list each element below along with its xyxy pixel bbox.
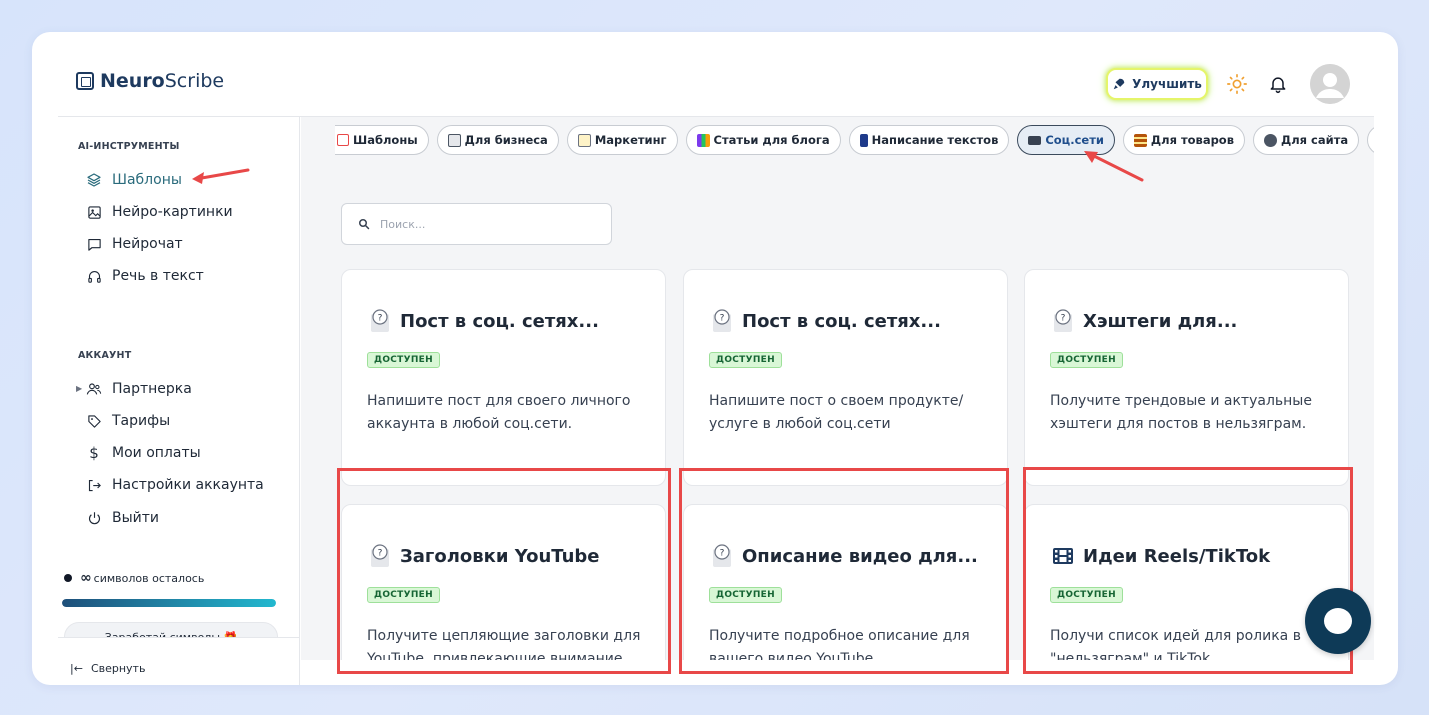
sidebar-item-tariffs[interactable]: Тарифы	[86, 410, 170, 432]
image-icon	[86, 204, 102, 220]
laptop-icon	[1028, 135, 1042, 145]
card-description: Получите трендовые и актуальные хэштеги …	[1050, 393, 1312, 432]
memo-icon	[577, 133, 591, 147]
caret-right-icon[interactable]: ▶	[76, 384, 82, 393]
symbols-label: символов осталось	[93, 571, 205, 585]
briefcase-icon	[447, 133, 461, 147]
template-card[interactable]: ? Пост в соц. сетях... ДОСТУПЕН Напишите…	[683, 269, 1008, 486]
question-note-icon: ?	[713, 309, 731, 332]
chat-icon	[86, 236, 102, 252]
template-card[interactable]: ? Хэштеги для... ДОСТУПЕН Получите тренд…	[1024, 269, 1349, 486]
upgrade-button[interactable]: Улучшить	[1106, 68, 1208, 100]
books-icon	[696, 133, 710, 147]
sidebar-item-templates[interactable]: Шаблоны	[86, 169, 182, 191]
card-description: Напишите пост о своем продукте/ услуге в…	[709, 393, 964, 432]
card-title: Пост в соц. сетях...	[742, 310, 941, 332]
checkbox-icon	[337, 134, 349, 146]
tab-copywriting[interactable]: Написание текстов	[848, 125, 1010, 155]
sidebar-item-label: Тарифы	[112, 413, 171, 429]
highlight-box	[679, 468, 1009, 674]
sidebar-item-neurochat[interactable]: Нейрочат	[86, 233, 183, 255]
card-title: Хэштеги для...	[1083, 310, 1238, 332]
sidebar-item-logout[interactable]: Выйти	[86, 507, 159, 529]
status-badge: ДОСТУПЕН	[1050, 352, 1123, 368]
power-icon	[86, 510, 102, 526]
sidebar-item-label: Шаблоны	[112, 172, 182, 188]
sidebar-item-label: Выйти	[112, 510, 160, 526]
sidebar-item-neuro-images[interactable]: Нейро-картинки	[86, 201, 233, 223]
question-note-icon: ?	[1054, 309, 1072, 332]
search-field[interactable]: Поиск...	[341, 203, 612, 245]
search-input[interactable]: Поиск...	[380, 218, 425, 231]
sidebar-item-account-settings[interactable]: Настройки аккаунта	[86, 474, 264, 496]
svg-text:?: ?	[720, 314, 725, 324]
logout-arrow-icon	[86, 477, 102, 493]
sidebar: AI-ИНСТРУМЕНТЫ Шаблоны Нейро-картинки Не…	[58, 117, 300, 685]
bell-icon	[1270, 77, 1286, 94]
avatar[interactable]	[1310, 64, 1350, 104]
highlight-box	[337, 468, 671, 674]
annotation-arrow-icon	[192, 168, 250, 184]
status-dot	[64, 574, 72, 582]
layers-icon	[86, 172, 102, 188]
section-label-account: АККАУНТ	[78, 350, 132, 361]
chat-support-button[interactable]	[1305, 588, 1371, 654]
sidebar-item-label: Речь в текст	[112, 268, 204, 284]
logo[interactable]: NeuroScribe	[76, 70, 224, 92]
app-window: NeuroScribe Улучшить AI-ИНСТРУМЕНТЫ Шабл…	[32, 32, 1398, 685]
collapse-divider	[58, 637, 299, 638]
collapse-label: Свернуть	[90, 662, 146, 675]
logo-icon	[76, 72, 94, 90]
phone-icon	[859, 133, 868, 147]
chat-bubble-icon	[1324, 608, 1352, 634]
sidebar-item-speech-to-text[interactable]: Речь в текст	[86, 265, 204, 287]
annotation-arrow-icon	[1084, 151, 1144, 182]
tab-templates[interactable]: Шаблоны	[335, 125, 429, 155]
tab-marketing[interactable]: Маркетинг	[566, 125, 678, 155]
svg-text:?: ?	[1061, 314, 1066, 324]
symbols-value: ∞	[80, 570, 92, 586]
collapse-button[interactable]: |← Свернуть	[70, 662, 146, 675]
svg-text:?: ?	[378, 314, 383, 324]
sidebar-item-label: Мои оплаты	[112, 445, 201, 461]
tab-more[interactable]: Д	[1367, 125, 1374, 155]
sidebar-item-label: Настройки аккаунта	[112, 477, 264, 493]
collapse-left-icon: |←	[70, 662, 83, 675]
sidebar-item-partners[interactable]: Партнерка	[86, 378, 192, 400]
card-description: Напишите пост для своего личного аккаунт…	[367, 393, 631, 432]
tab-business[interactable]: Для бизнеса	[436, 125, 559, 155]
status-badge: ДОСТУПЕН	[367, 352, 440, 368]
users-icon	[86, 381, 102, 397]
card-title: Пост в соц. сетях...	[400, 310, 599, 332]
sun-icon	[1227, 74, 1247, 94]
highlight-box	[1023, 467, 1353, 674]
tag-icon	[86, 413, 102, 429]
sidebar-item-label: Нейро-картинки	[112, 204, 233, 220]
question-note-icon: ?	[371, 309, 389, 332]
status-badge: ДОСТУПЕН	[709, 352, 782, 368]
notifications-button[interactable]	[1264, 70, 1292, 98]
search-icon	[359, 219, 370, 230]
tab-blog-articles[interactable]: Статьи для блога	[685, 125, 841, 155]
symbols-remaining: ∞ символов осталось	[64, 570, 204, 586]
section-label-tools: AI-ИНСТРУМЕНТЫ	[78, 141, 180, 152]
tab-website[interactable]: Для сайта	[1253, 125, 1360, 155]
robot-face-icon	[1264, 133, 1277, 147]
sidebar-item-label: Партнерка	[112, 381, 192, 397]
rocket-icon	[1113, 78, 1125, 90]
symbols-progress-bar	[62, 599, 276, 607]
headphones-icon	[86, 268, 102, 284]
upgrade-label: Улучшить	[1132, 77, 1202, 91]
sidebar-item-payments[interactable]: $ Мои оплаты	[86, 442, 201, 464]
category-tabs: Шаблоны Для бизнеса Маркетинг Статьи для…	[301, 125, 1374, 157]
theme-toggle[interactable]	[1222, 70, 1252, 98]
sidebar-item-label: Нейрочат	[112, 236, 183, 252]
dollar-icon: $	[89, 444, 99, 462]
user-avatar-icon	[1310, 64, 1350, 104]
ledger-icon	[1133, 133, 1147, 147]
template-card[interactable]: ? Пост в соц. сетях... ДОСТУПЕН Напишите…	[341, 269, 666, 486]
symbols-progress-fill	[62, 599, 276, 607]
